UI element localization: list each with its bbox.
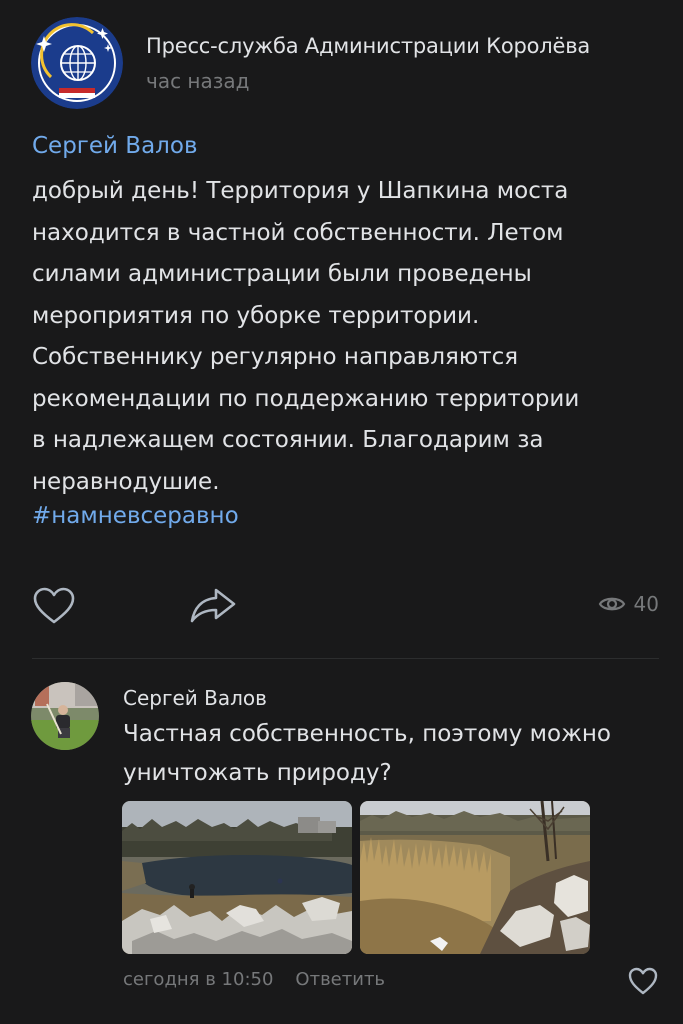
comment-like-icon	[628, 967, 658, 995]
avatar-photo	[31, 682, 99, 750]
post-text-line: в надлежащем состоянии. Благодарим за	[32, 427, 544, 453]
administration-logo	[31, 17, 123, 109]
reeds-photo	[360, 801, 590, 954]
comment-author-avatar[interactable]	[31, 682, 99, 750]
reply-button[interactable]: Ответить	[295, 969, 385, 990]
like-button[interactable]	[32, 586, 76, 626]
views-counter: 40	[598, 592, 659, 616]
post-text: добрый день! Территория у Шапкина моста …	[32, 171, 652, 503]
comment-timestamp: сегодня в 10:50	[123, 969, 274, 990]
comment-photo[interactable]	[360, 801, 590, 954]
post-author-name[interactable]: Пресс-служба Администрации Королёва	[146, 34, 590, 58]
comment-photo[interactable]	[122, 801, 352, 954]
views-count: 40	[633, 592, 659, 616]
author-avatar[interactable]	[31, 17, 123, 109]
like-icon	[33, 587, 75, 624]
hashtag-link[interactable]: #намневсеравно	[32, 503, 239, 529]
comment-author-name[interactable]: Сергей Валов	[123, 686, 267, 710]
divider	[32, 658, 659, 659]
post-timestamp: час назад	[146, 69, 250, 93]
post-text-line: силами администрации были проведены	[32, 261, 532, 287]
views-eye-icon	[598, 597, 625, 611]
share-icon	[190, 588, 236, 623]
reply-to-mention[interactable]: Сергей Валов	[32, 133, 198, 159]
comment-text: Частная собственность, поэтому можно уни…	[123, 715, 663, 793]
post-text-line: неравнодушие.	[32, 468, 220, 495]
share-button[interactable]	[188, 585, 238, 625]
post-text-line: рекомендации по поддержанию территории	[32, 385, 580, 412]
comment-meta: сегодня в 10:50 Ответить	[123, 969, 385, 990]
post-text-line: мероприятия по уборке территории.	[32, 302, 480, 329]
comment-like-button[interactable]	[627, 966, 659, 996]
pond-photo	[122, 801, 352, 954]
comment-text-line: Частная собственность, поэтому можно	[123, 721, 611, 747]
post-text-line: находится в частной собственности. Летом	[32, 219, 564, 246]
post-text-line: Собственнику регулярно направляются	[32, 344, 519, 370]
comment-text-line: уничтожать природу?	[123, 760, 392, 786]
post-text-line: добрый день! Территория у Шапкина моста	[32, 178, 569, 204]
